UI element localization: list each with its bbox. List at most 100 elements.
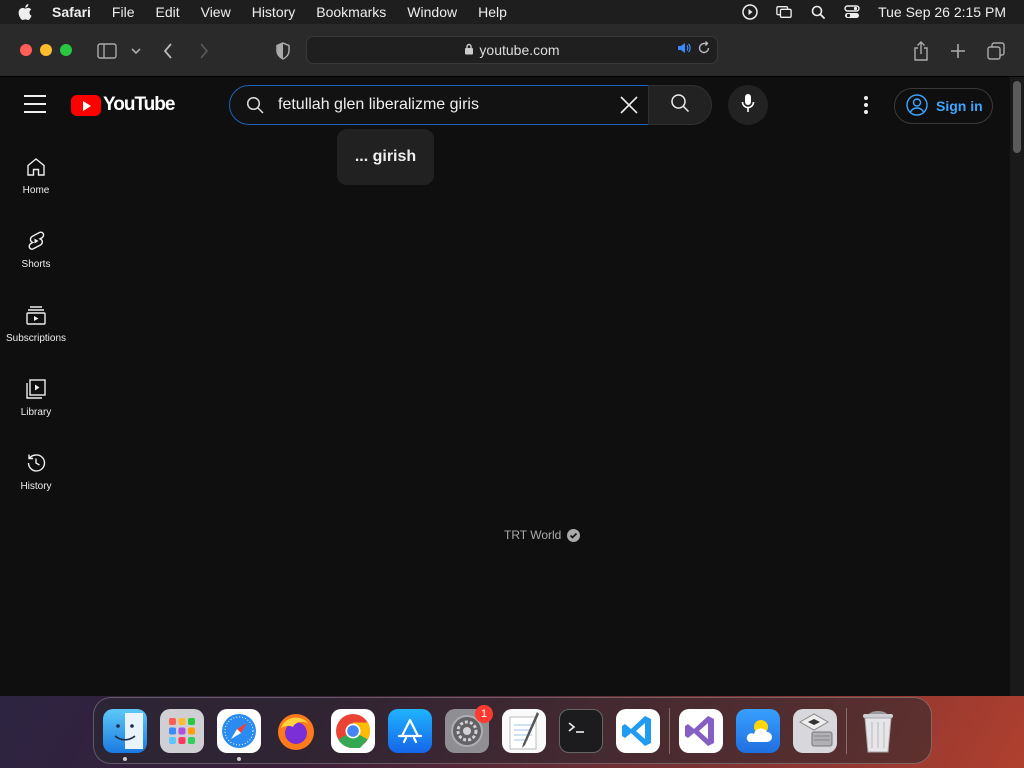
lock-icon [464,43,474,58]
search-button[interactable] [648,85,712,125]
shorts-icon [28,231,45,250]
guide-menu-button[interactable] [24,95,46,113]
clear-search-icon[interactable] [618,94,640,116]
menu-bar: Safari File Edit View History Bookmarks … [0,0,1024,24]
menu-edit[interactable]: Edit [155,4,179,20]
search-input[interactable] [278,94,608,116]
dock-separator [669,707,670,754]
dock-chrome[interactable] [331,708,375,753]
search-icon [246,96,264,119]
control-center-icon[interactable] [844,4,860,20]
tab-overview-icon[interactable] [986,41,1006,61]
safari-compass-icon [222,713,256,748]
guide-item-history[interactable]: History [0,437,72,511]
guide-item-label: Home [22,185,50,196]
textedit-icon [509,711,539,749]
spotlight-search-icon[interactable] [810,4,826,20]
new-tab-icon[interactable] [948,41,968,61]
terminal-icon [568,721,584,733]
subscriptions-icon [26,306,46,325]
trash-icon [863,710,893,752]
guide-item-subscriptions[interactable]: Subscriptions [0,289,72,363]
firefox-icon [278,713,314,750]
share-icon[interactable] [911,41,931,61]
dock-safari[interactable] [217,708,261,761]
close-window-button[interactable] [20,44,32,56]
account-icon [906,93,928,119]
dock-weather[interactable] [736,708,780,753]
audio-playing-icon[interactable] [677,42,691,57]
reload-icon[interactable] [697,41,711,58]
screen-mirroring-icon[interactable] [776,4,792,20]
search-box [229,85,649,125]
menu-clock[interactable]: Tue Sep 26 2:15 PM [878,4,1006,20]
minimize-window-button[interactable] [40,44,52,56]
chrome-icon [336,713,370,748]
dock-finder[interactable] [103,708,147,761]
youtube-page: YouTube fetullah glen liberalizme giris … [0,77,1024,696]
menu-help[interactable]: Help [478,4,507,20]
dock: 1 [93,697,932,764]
apple-menu-icon[interactable] [18,4,34,20]
guide-item-home[interactable]: Home [0,141,72,215]
weather-icon [746,719,772,742]
safari-window: youtube.com YouTube fetullah glen libera… [0,24,1024,696]
chevron-down-icon[interactable] [126,41,146,61]
launchpad-icon [169,717,195,744]
dock-vscode[interactable] [616,708,660,753]
menu-file[interactable]: File [112,4,135,20]
finder-icon [114,712,143,749]
verified-check-icon [567,528,581,542]
app-store-icon [397,718,423,743]
sign-in-label: Sign in [936,98,983,114]
guide-item-label: History [20,481,52,492]
play-status-icon[interactable] [742,4,758,20]
browser-toolbar: youtube.com [0,24,1024,77]
guide-item-library[interactable]: Library [0,363,72,437]
dock-visual-studio[interactable] [679,708,723,753]
menu-view[interactable]: View [201,4,231,20]
channel-name-text: TRT World [504,528,562,542]
search-suggestion[interactable]: ... girish [337,129,434,185]
history-icon [27,454,46,472]
window-controls [20,44,72,56]
guide-item-label: Library [20,407,52,418]
dock-system-settings[interactable]: 1 [445,704,493,753]
dock-trash[interactable] [856,709,900,753]
address-bar[interactable]: youtube.com [306,36,718,64]
menu-app-name[interactable]: Safari [52,4,91,20]
back-button[interactable] [158,41,178,61]
url-text: youtube.com [479,42,560,58]
page-scrollbar[interactable] [1010,77,1024,696]
dock-separator [846,707,847,754]
visual-studio-icon [685,715,714,746]
sign-in-button[interactable]: Sign in [894,88,993,124]
forward-button[interactable] [194,41,214,61]
guide-item-label: Shorts [21,259,51,270]
guide-item-shorts[interactable]: Shorts [0,215,72,289]
dock-textedit[interactable] [502,708,546,753]
youtube-logo[interactable]: YouTube [71,94,175,116]
dock-terminal[interactable] [559,708,603,753]
menu-window[interactable]: Window [407,4,457,20]
more-options-button[interactable] [856,93,876,117]
menu-history[interactable]: History [252,4,296,20]
guide-item-label: Subscriptions [5,333,67,344]
microphone-icon [741,93,755,118]
voice-search-button[interactable] [728,85,768,125]
youtube-header: YouTube fetullah glen liberalizme giris … [0,77,1010,133]
search-icon [670,93,690,118]
scrollbar-thumb[interactable] [1013,81,1021,153]
dock-firefox[interactable] [274,709,318,753]
dock-boot-camp[interactable] [793,708,837,753]
disk-utility-icon [798,712,833,746]
menu-bookmarks[interactable]: Bookmarks [316,4,386,20]
channel-name[interactable]: TRT World [504,528,581,542]
youtube-logo-text: YouTube [103,94,175,115]
sidebar-toggle-icon[interactable] [97,41,117,61]
privacy-shield-icon[interactable] [273,41,293,61]
dock-app-store[interactable] [388,708,432,753]
library-icon [26,379,46,399]
dock-launchpad[interactable] [160,708,204,753]
zoom-window-button[interactable] [60,44,72,56]
